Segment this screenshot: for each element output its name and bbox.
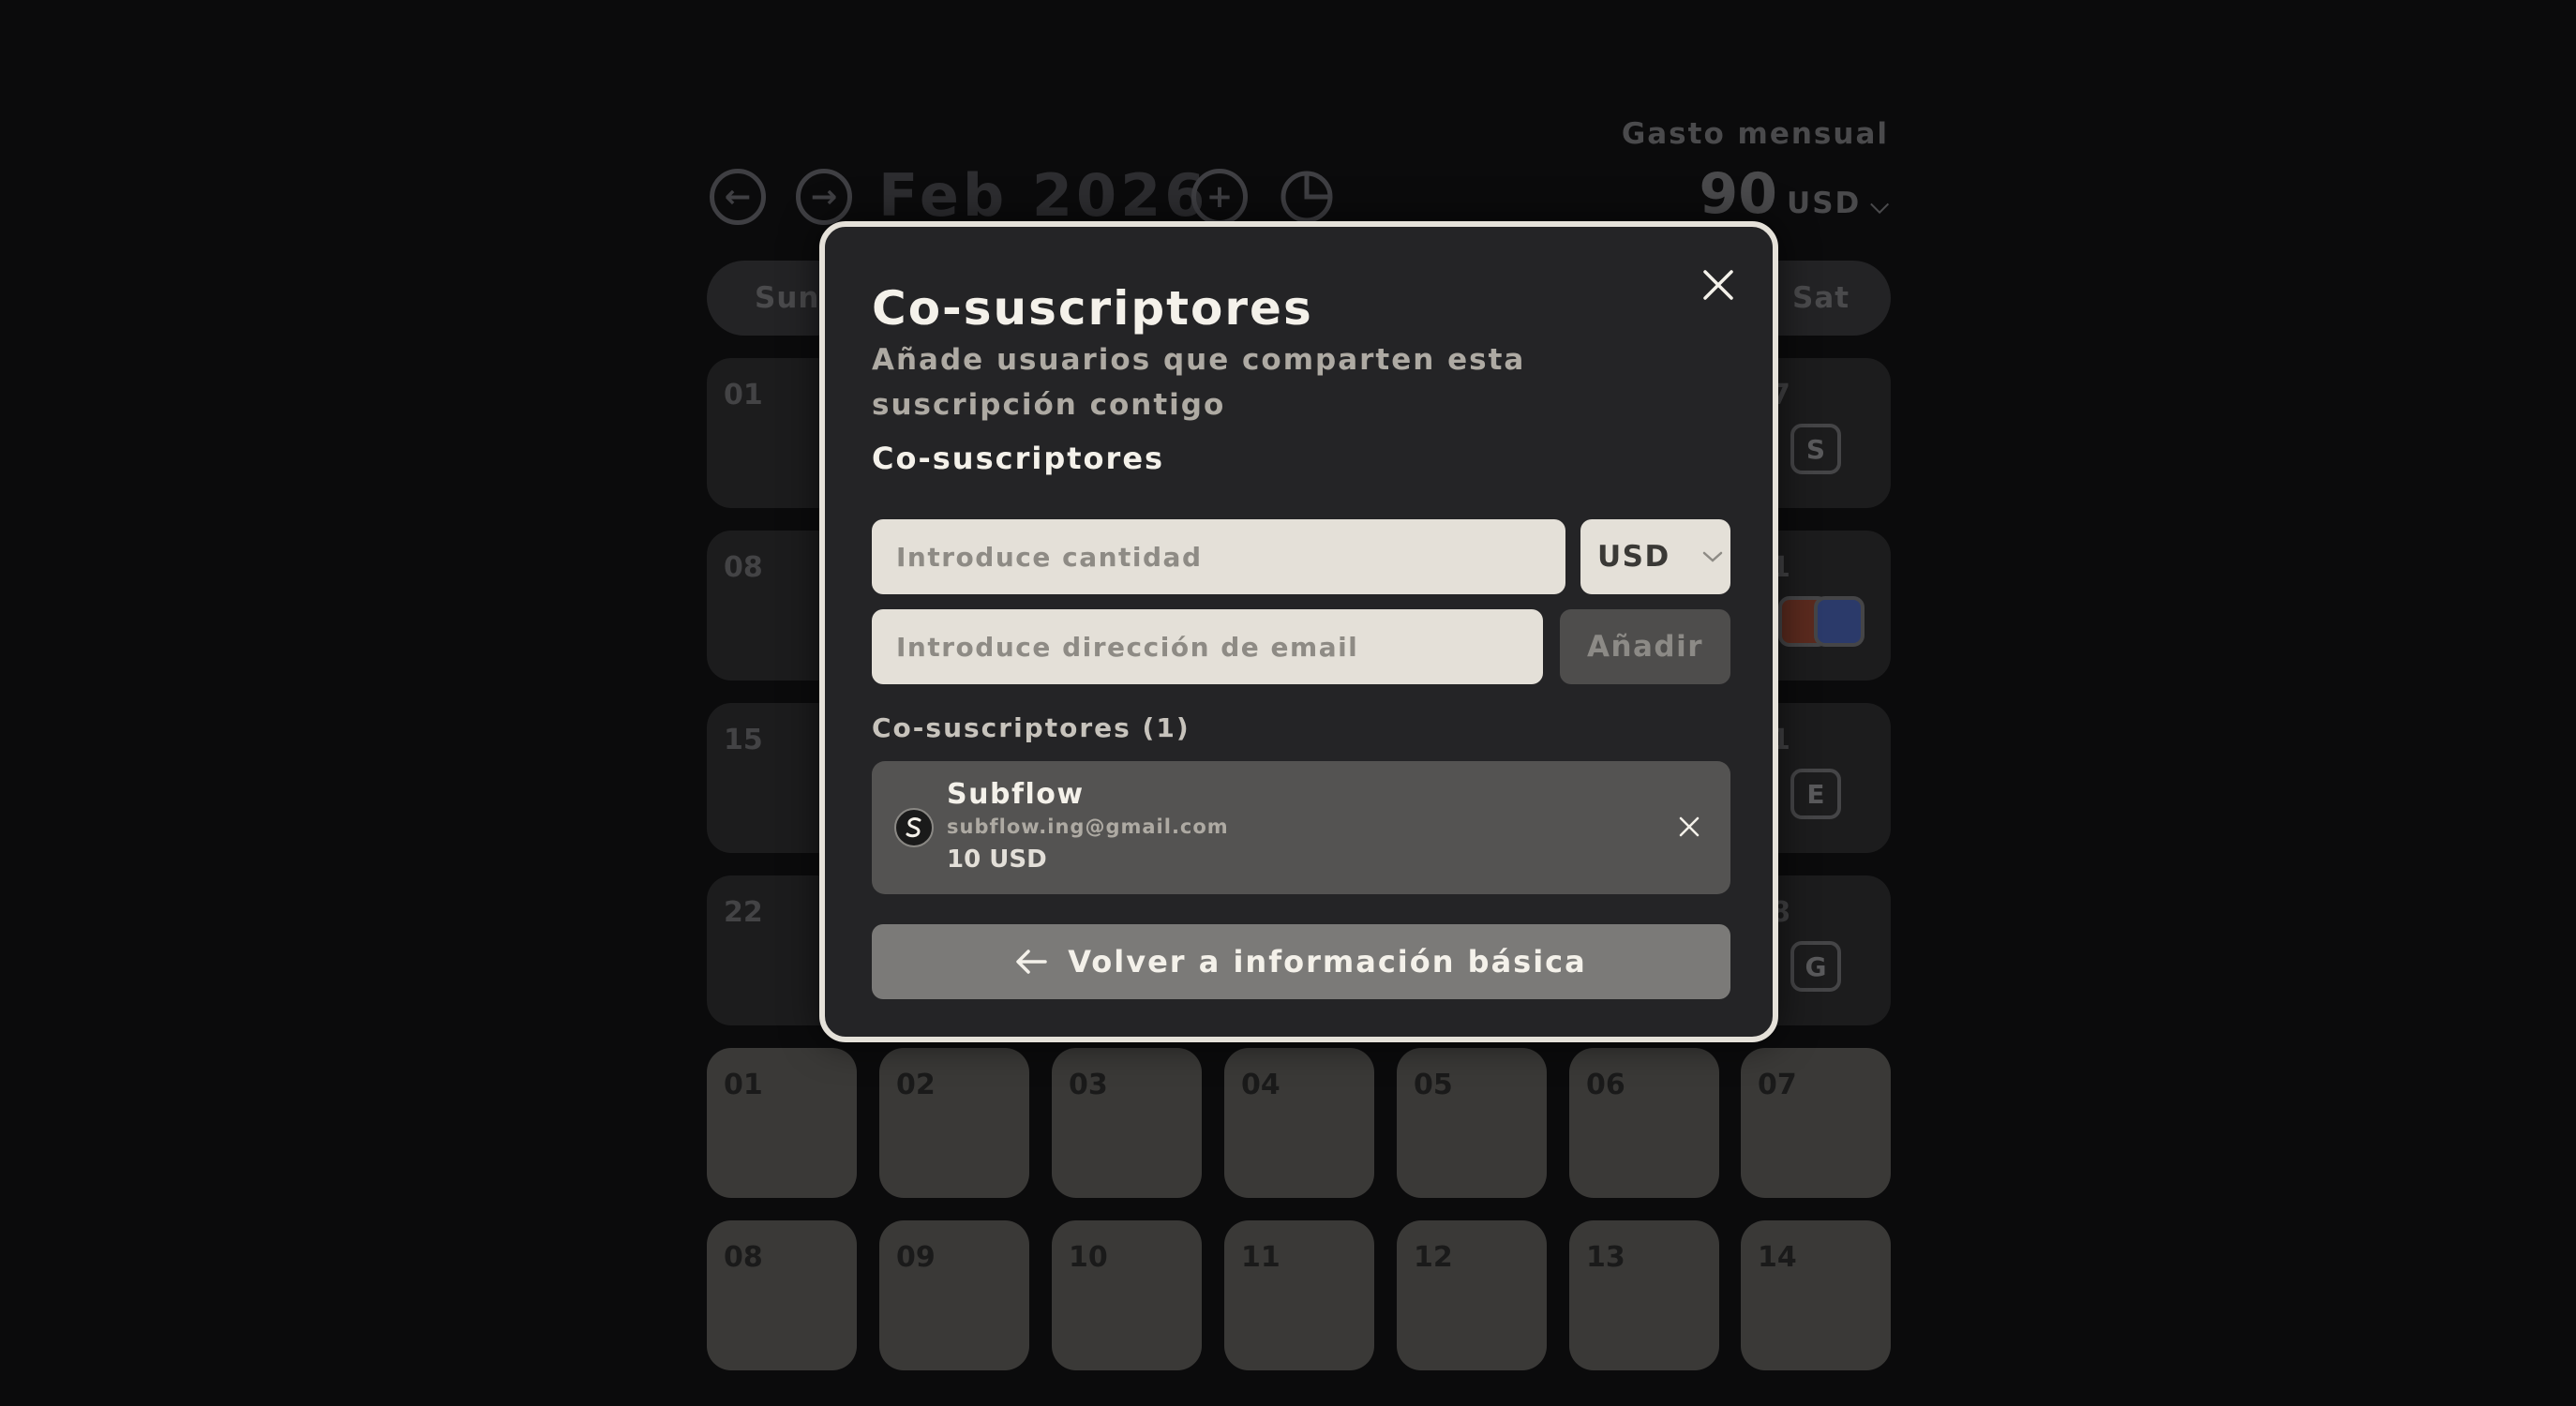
back-button-label: Volver a información básica bbox=[1068, 944, 1587, 980]
chevron-down-icon: ⌵ bbox=[1870, 191, 1889, 219]
day-number: 10 bbox=[1069, 1241, 1108, 1274]
weekday-sun: Sun bbox=[755, 281, 820, 315]
day-number: 08 bbox=[724, 551, 763, 584]
day-number: 03 bbox=[1069, 1069, 1108, 1101]
day-number: 14 bbox=[1758, 1241, 1797, 1274]
day-number: 12 bbox=[1414, 1241, 1453, 1274]
calendar-cell[interactable]: 14 bbox=[1741, 1220, 1891, 1370]
calendar-cell[interactable]: 06 bbox=[1569, 1048, 1719, 1198]
day-number: 11 bbox=[1241, 1241, 1281, 1274]
day-number: 09 bbox=[896, 1241, 936, 1274]
next-month-button[interactable]: → bbox=[796, 169, 852, 225]
back-to-basic-info-button[interactable]: Volver a información básica bbox=[872, 924, 1730, 999]
calendar-cell[interactable]: 12 bbox=[1397, 1220, 1547, 1370]
spend-amount: 90 bbox=[1699, 161, 1778, 227]
cosubscriber-name: Subflow bbox=[947, 778, 1085, 811]
avatar bbox=[894, 808, 934, 847]
previous-month-button[interactable]: ← bbox=[710, 169, 766, 225]
close-icon bbox=[1679, 816, 1700, 837]
add-subscription-button[interactable]: + bbox=[1191, 169, 1248, 225]
day-number: 01 bbox=[724, 379, 763, 411]
remove-cosubscriber-button[interactable] bbox=[1672, 810, 1706, 844]
day-number: 07 bbox=[1758, 1069, 1797, 1101]
calendar-cell[interactable]: 08 bbox=[707, 1220, 857, 1370]
pie-chart-icon[interactable] bbox=[1279, 167, 1335, 223]
monthly-spend-label: Gasto mensual bbox=[1621, 117, 1889, 151]
subscription-badge[interactable]: S bbox=[1790, 424, 1841, 474]
service-logo-icon[interactable] bbox=[1814, 596, 1865, 647]
day-number: 22 bbox=[724, 896, 763, 929]
cosubscribers-modal: Co-suscriptores Añade usuarios que compa… bbox=[819, 221, 1778, 1042]
list-item: Subflow subflow.ing@gmail.com 10 USD bbox=[872, 761, 1730, 894]
cosubscriber-email: subflow.ing@gmail.com bbox=[947, 815, 1229, 838]
subscription-badge[interactable]: G bbox=[1790, 941, 1841, 992]
close-icon bbox=[1703, 270, 1733, 300]
cosubscribers-count-label: Co-suscriptores (1) bbox=[872, 712, 1191, 743]
subscription-badge[interactable]: E bbox=[1790, 769, 1841, 819]
section-label: Co-suscriptores bbox=[872, 441, 1165, 476]
calendar-cell[interactable]: 10 bbox=[1052, 1220, 1202, 1370]
calendar-cell[interactable]: 11 bbox=[1224, 1220, 1374, 1370]
chevron-down-icon bbox=[1702, 551, 1722, 562]
day-number: 08 bbox=[724, 1241, 763, 1274]
calendar-cell[interactable]: 02 bbox=[879, 1048, 1029, 1198]
arrow-left-icon: ← bbox=[724, 178, 752, 216]
calendar-cell[interactable]: 13 bbox=[1569, 1220, 1719, 1370]
calendar-cell[interactable]: 09 bbox=[879, 1220, 1029, 1370]
calendar-cell[interactable]: 01 bbox=[707, 1048, 857, 1198]
spend-currency: USD bbox=[1787, 187, 1862, 220]
close-button[interactable] bbox=[1696, 262, 1741, 307]
email-input[interactable] bbox=[872, 609, 1543, 684]
add-button[interactable]: Añadir bbox=[1560, 609, 1730, 684]
calendar-cell[interactable]: 04 bbox=[1224, 1048, 1374, 1198]
day-number: 01 bbox=[724, 1069, 763, 1101]
month-title: Feb 2026 bbox=[878, 161, 1209, 230]
day-number: 04 bbox=[1241, 1069, 1281, 1101]
currency-value: USD bbox=[1597, 540, 1670, 574]
currency-select[interactable]: USD bbox=[1580, 519, 1730, 594]
monthly-spend-value[interactable]: 90 USD ⌵ bbox=[1700, 161, 1889, 227]
calendar-cell[interactable]: 05 bbox=[1397, 1048, 1547, 1198]
amount-input[interactable] bbox=[872, 519, 1565, 594]
weekday-sat: Sat bbox=[1792, 281, 1850, 315]
arrow-left-icon bbox=[1016, 950, 1047, 974]
subflow-logo-icon bbox=[906, 817, 921, 838]
modal-title: Co-suscriptores bbox=[872, 281, 1313, 336]
day-number: 15 bbox=[724, 724, 763, 756]
day-number: 05 bbox=[1414, 1069, 1453, 1101]
calendar-cell[interactable]: 03 bbox=[1052, 1048, 1202, 1198]
plus-icon: + bbox=[1206, 178, 1234, 216]
day-number: 06 bbox=[1586, 1069, 1625, 1101]
arrow-right-icon: → bbox=[810, 178, 838, 216]
cosubscriber-amount: 10 USD bbox=[947, 845, 1047, 874]
day-number: 02 bbox=[896, 1069, 936, 1101]
calendar-cell[interactable]: 07 bbox=[1741, 1048, 1891, 1198]
modal-subtitle: Añade usuarios que comparten esta suscri… bbox=[872, 343, 1526, 422]
day-number: 13 bbox=[1586, 1241, 1625, 1274]
